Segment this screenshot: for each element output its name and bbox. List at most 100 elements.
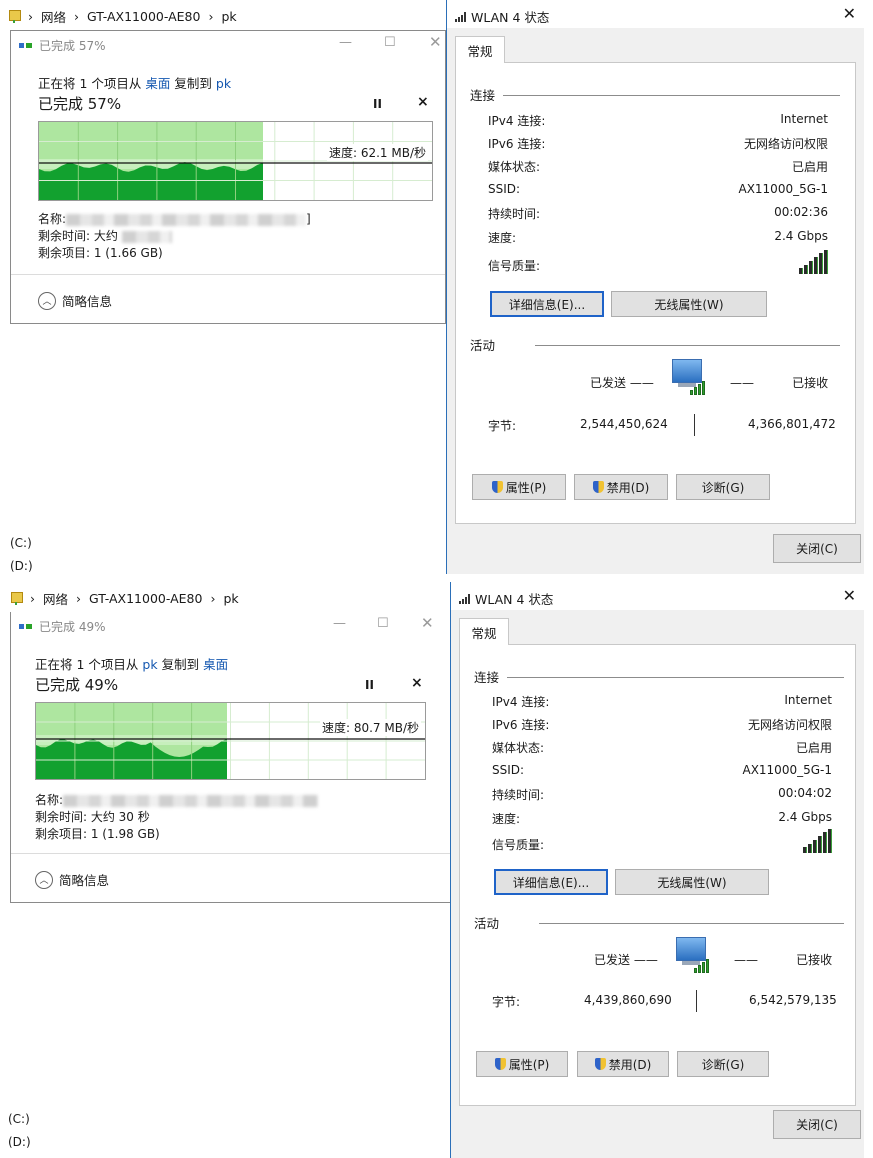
- row-value: Internet: [784, 693, 832, 707]
- close-button[interactable]: ✕: [421, 614, 434, 632]
- drive-c[interactable]: (C:): [8, 1112, 30, 1126]
- ipv4-row: IPv4 连接: Internet: [488, 112, 828, 129]
- row-key: 媒体状态:: [492, 741, 545, 755]
- minimize-button[interactable]: —: [339, 35, 352, 50]
- details-button[interactable]: 详细信息(E)...: [490, 291, 604, 317]
- wireless-properties-button[interactable]: 无线属性(W): [611, 291, 767, 317]
- disable-button[interactable]: 禁用(D): [574, 474, 668, 500]
- row-key: 媒体状态:: [488, 160, 541, 174]
- properties-button[interactable]: 属性(P): [472, 474, 566, 500]
- row-key: IPv6 连接:: [492, 718, 550, 732]
- destination-link[interactable]: 桌面: [203, 657, 228, 672]
- less-details-label: 简略信息: [59, 873, 110, 888]
- disable-button[interactable]: 禁用(D): [577, 1051, 669, 1077]
- properties-label: 属性(P): [505, 480, 547, 495]
- breadcrumb-host[interactable]: GT-AX11000-AE80: [87, 9, 200, 24]
- name-tail: ]: [306, 212, 311, 226]
- wlan-title: WLAN 4 状态: [459, 589, 553, 608]
- properties-button[interactable]: 属性(P): [476, 1051, 568, 1077]
- divider: [11, 274, 445, 275]
- source-link[interactable]: 桌面: [145, 76, 170, 91]
- source-link[interactable]: pk: [142, 657, 157, 672]
- pause-button[interactable]: II: [365, 678, 374, 692]
- wireless-properties-button[interactable]: 无线属性(W): [615, 869, 769, 895]
- copy-desc-prefix: 正在将 1 个项目从: [35, 657, 139, 672]
- row-key: 信号质量:: [492, 838, 545, 852]
- maximize-button[interactable]: ☐: [377, 616, 389, 631]
- diagnose-label: 诊断(G): [701, 1057, 745, 1072]
- copy-desc-prefix: 正在将 1 个项目从: [38, 76, 142, 91]
- breadcrumb-sep: ›: [30, 590, 35, 606]
- row-value: Internet: [780, 112, 828, 126]
- copy-progress-dialog: 已完成 49% — ☐ ✕ 正在将 1 个项目从 pk 复制到 桌面 已完成 4…: [10, 612, 452, 903]
- breadcrumb-host[interactable]: GT-AX11000-AE80: [89, 591, 202, 606]
- diagnose-button[interactable]: 诊断(G): [677, 1051, 769, 1077]
- breadcrumb-pk[interactable]: pk: [223, 591, 238, 606]
- breadcrumb-sep: ›: [208, 8, 214, 24]
- wifi-signal-icon: [459, 593, 470, 604]
- maximize-button[interactable]: ☐: [384, 35, 396, 50]
- bytes-sent: 4,439,860,690: [584, 993, 672, 1007]
- breadcrumb-pk[interactable]: pk: [221, 9, 236, 24]
- wlan-titlebar: WLAN 4 状态 ✕: [451, 582, 864, 610]
- tab-general[interactable]: 常规: [459, 618, 509, 645]
- bytes-label: 字节:: [488, 419, 517, 433]
- general-panel: 连接 IPv4 连接: Internet IPv6 连接: 无网络访问权限 媒体状态…: [459, 644, 856, 1106]
- less-details-toggle[interactable]: ︿ 简略信息: [38, 291, 112, 310]
- cancel-button[interactable]: ×: [417, 94, 429, 110]
- row-key: SSID:: [492, 763, 525, 777]
- pause-button[interactable]: II: [373, 97, 382, 111]
- received-label: —— 已接收: [730, 376, 829, 390]
- network-folder-icon: [10, 591, 23, 605]
- name-label: 名称:: [35, 793, 64, 807]
- minimize-button[interactable]: —: [333, 616, 346, 631]
- breadcrumb-network[interactable]: 网络: [41, 7, 66, 26]
- media-state-row: 媒体状态: 已启用: [488, 158, 828, 175]
- wlan-titlebar: WLAN 4 状态 ✕: [447, 0, 864, 28]
- blurred-filename: [63, 794, 319, 807]
- drive-c[interactable]: (C:): [10, 536, 32, 550]
- speed-graph-svg: [36, 703, 425, 779]
- close-button[interactable]: ✕: [429, 33, 442, 51]
- details-button[interactable]: 详细信息(E)...: [494, 869, 608, 895]
- wlan-close-icon[interactable]: ✕: [843, 4, 856, 23]
- disable-label: 禁用(D): [608, 1057, 652, 1072]
- drive-d[interactable]: (D:): [8, 1135, 31, 1149]
- ipv6-row: IPv6 连接: 无网络访问权限: [492, 716, 832, 733]
- drive-d[interactable]: (D:): [10, 559, 33, 573]
- row-key: IPv4 连接:: [488, 114, 546, 128]
- wlan-status-window: WLAN 4 状态 ✕ 常规 连接 IPv4 连接: Internet IPv6 …: [450, 582, 864, 1158]
- signal-quality-icon: [803, 829, 832, 853]
- recv-text: 已接收: [796, 953, 833, 967]
- breadcrumb-sep: ›: [210, 590, 216, 606]
- network-computer-icon: [668, 357, 712, 401]
- activity-group: 活动: [474, 913, 844, 932]
- close-dialog-button[interactable]: 关闭(C): [773, 534, 861, 563]
- group-divider: [535, 345, 840, 346]
- copy-description: 正在将 1 个项目从 pk 复制到 桌面: [35, 654, 228, 673]
- connection-group: 连接: [474, 667, 844, 686]
- group-divider: [539, 923, 844, 924]
- less-details-label: 简略信息: [62, 294, 113, 309]
- row-value: AX11000_5G-1: [742, 763, 832, 777]
- less-details-toggle[interactable]: ︿ 简略信息: [35, 870, 109, 889]
- breadcrumb-network[interactable]: 网络: [43, 589, 68, 608]
- row-value: 00:02:36: [774, 205, 828, 219]
- cancel-button[interactable]: ×: [411, 675, 423, 691]
- destination-link[interactable]: pk: [216, 76, 231, 91]
- diagnose-button[interactable]: 诊断(G): [676, 474, 770, 500]
- wlan-close-icon[interactable]: ✕: [843, 586, 856, 605]
- close-dialog-button[interactable]: 关闭(C): [773, 1110, 861, 1139]
- shield-icon: [491, 481, 503, 493]
- sent-label: 已发送 ——: [590, 376, 654, 390]
- copy-details: 名称: 剩余时间: 大约 30 秒 剩余项目: 1 (1.98 GB): [35, 792, 319, 843]
- row-key: SSID:: [488, 182, 521, 196]
- remaining-time-row: 剩余时间: 大约 30 秒: [35, 810, 150, 824]
- wireless-button-label: 无线属性(W): [654, 297, 724, 312]
- tab-general[interactable]: 常规: [455, 36, 505, 63]
- row-value: 00:04:02: [778, 786, 832, 800]
- copy-desc-mid: 复制到: [161, 657, 200, 672]
- row-value: 已启用: [795, 741, 832, 755]
- bytes-sent: 2,544,450,624: [580, 417, 668, 431]
- wlan-status-window: WLAN 4 状态 ✕ 常规 连接 IPv4 连接: Internet IPv6 …: [446, 0, 864, 574]
